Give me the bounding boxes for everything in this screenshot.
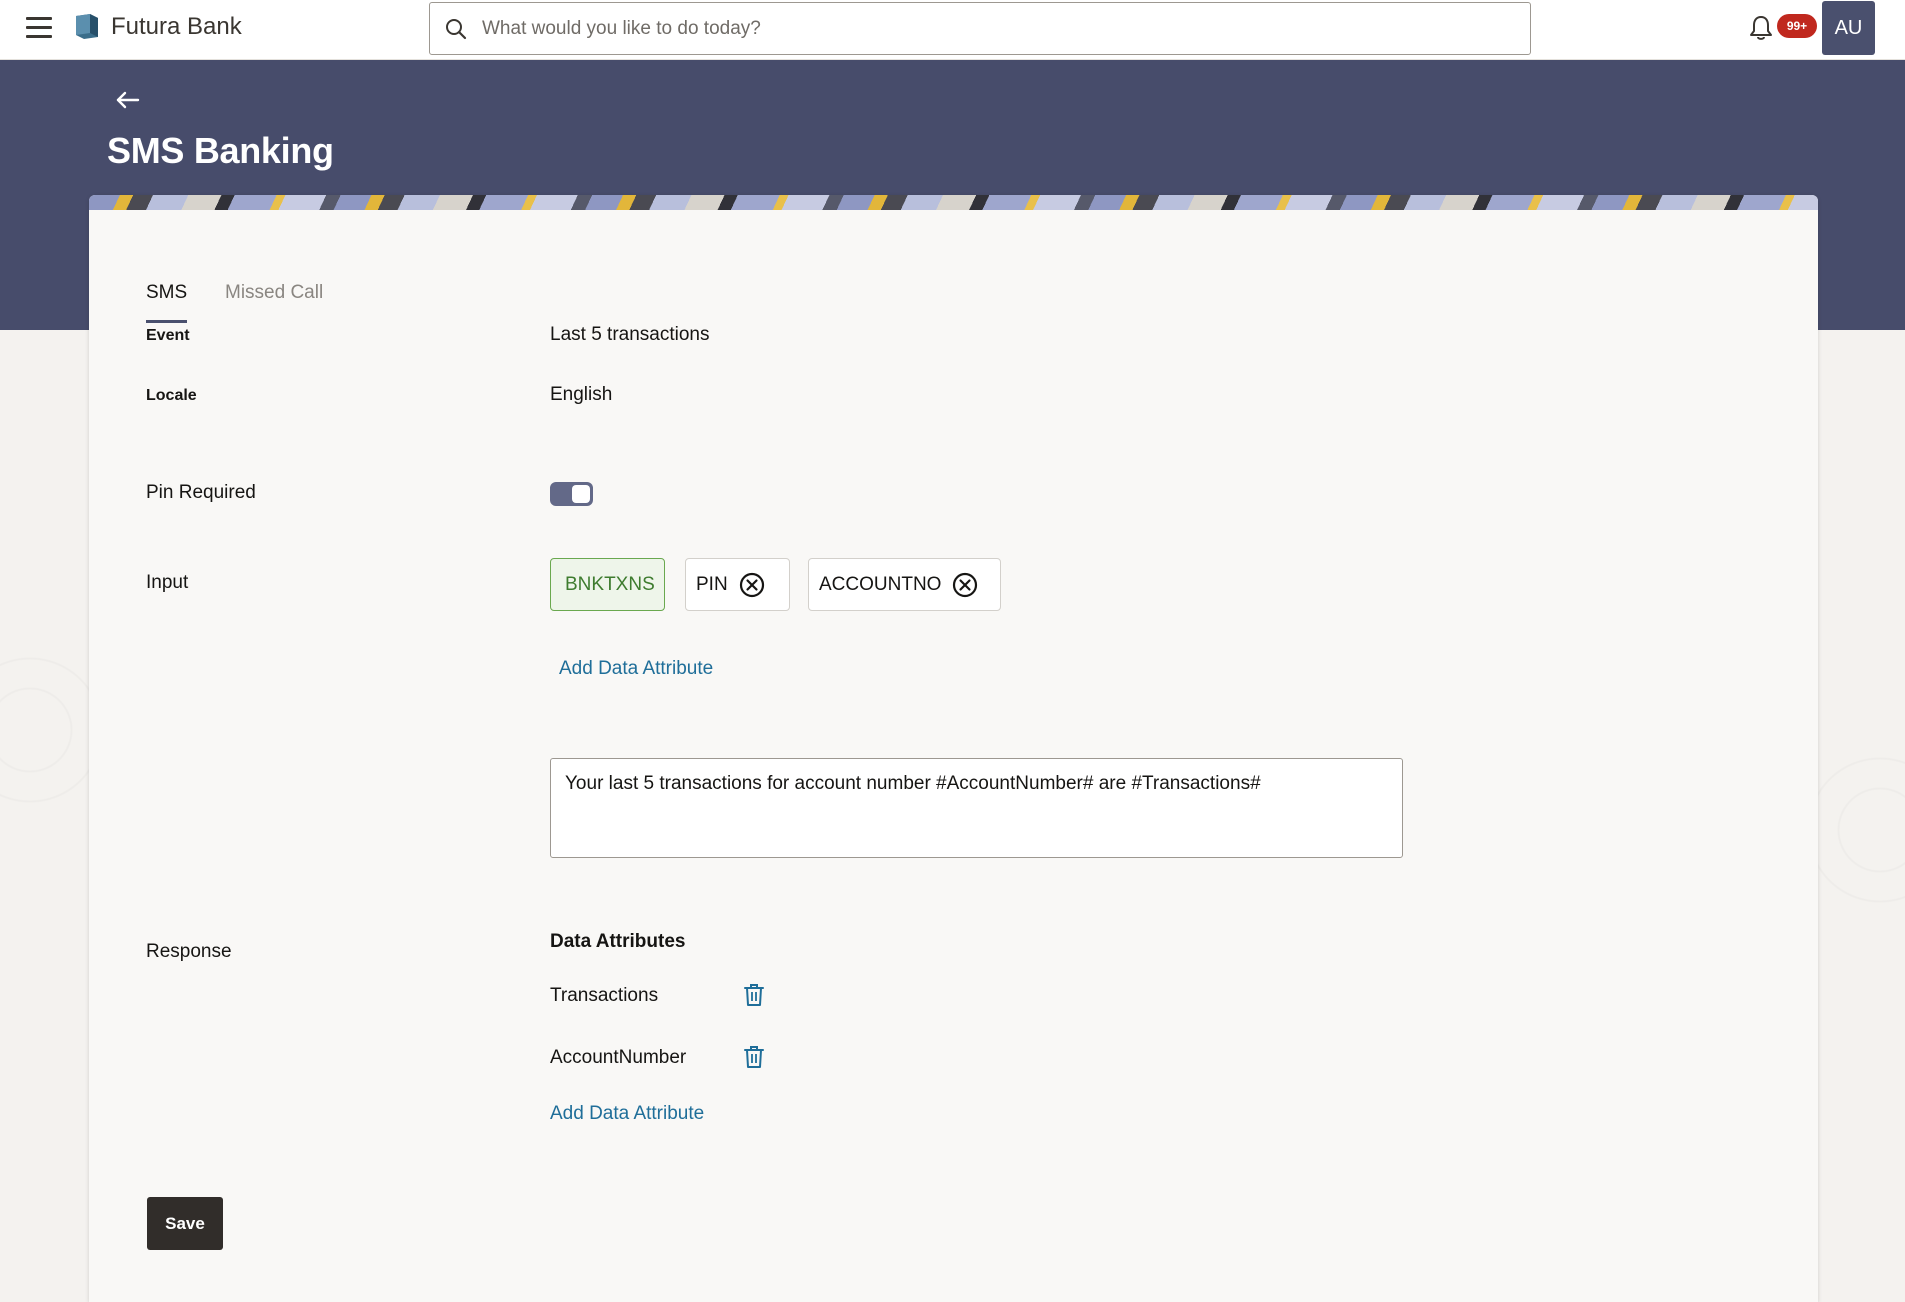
locale-value: English [550, 384, 613, 405]
content-card [89, 195, 1818, 1302]
top-bar: Futura Bank 99+ AU [0, 0, 1905, 60]
chip-label: PIN [696, 573, 728, 595]
tab-missed-call[interactable]: Missed Call [225, 282, 323, 304]
search-input[interactable] [482, 11, 1512, 47]
save-button[interactable]: Save [147, 1197, 223, 1250]
active-tab-indicator [146, 320, 187, 323]
input-chip-pin[interactable]: PIN [685, 558, 790, 611]
hamburger-icon[interactable] [26, 17, 52, 39]
toggle-knob [572, 485, 590, 503]
data-attribute-item: Transactions [550, 985, 659, 1006]
data-attributes-heading: Data Attributes [550, 931, 686, 952]
pin-required-label: Pin Required [146, 482, 256, 503]
trash-icon[interactable] [743, 983, 765, 1007]
event-label: Event [146, 327, 190, 344]
chip-label: ACCOUNTNO [819, 573, 942, 595]
add-response-attribute-link[interactable]: Add Data Attribute [550, 1103, 704, 1125]
close-circle-icon[interactable] [951, 571, 979, 599]
tab-sms[interactable]: SMS [146, 282, 187, 304]
trash-icon[interactable] [743, 1045, 765, 1069]
brand-name[interactable]: Futura Bank [111, 13, 242, 41]
message-template-field[interactable] [550, 758, 1403, 858]
chip-label: BNKTXNS [565, 573, 655, 595]
decorative-strip [89, 195, 1818, 210]
search-icon [446, 19, 467, 40]
close-circle-icon[interactable] [738, 571, 766, 599]
bell-icon[interactable] [1748, 14, 1774, 42]
search-bar[interactable] [429, 2, 1531, 55]
input-chip-bnktxns[interactable]: BNKTXNS [550, 558, 665, 611]
avatar[interactable]: AU [1822, 1, 1875, 55]
notification-badge[interactable]: 99+ [1777, 14, 1817, 38]
page-title: SMS Banking [107, 130, 334, 171]
bank-logo-icon[interactable] [74, 13, 100, 40]
response-label: Response [146, 941, 232, 962]
locale-label: Locale [146, 387, 197, 404]
event-value: Last 5 transactions [550, 324, 710, 345]
data-attribute-item: AccountNumber [550, 1047, 687, 1068]
input-chip-accountno[interactable]: ACCOUNTNO [808, 558, 1001, 611]
add-input-attribute-link[interactable]: Add Data Attribute [559, 658, 713, 680]
pin-required-toggle[interactable] [550, 482, 593, 506]
input-label: Input [146, 572, 189, 593]
back-arrow-icon[interactable] [114, 88, 142, 112]
